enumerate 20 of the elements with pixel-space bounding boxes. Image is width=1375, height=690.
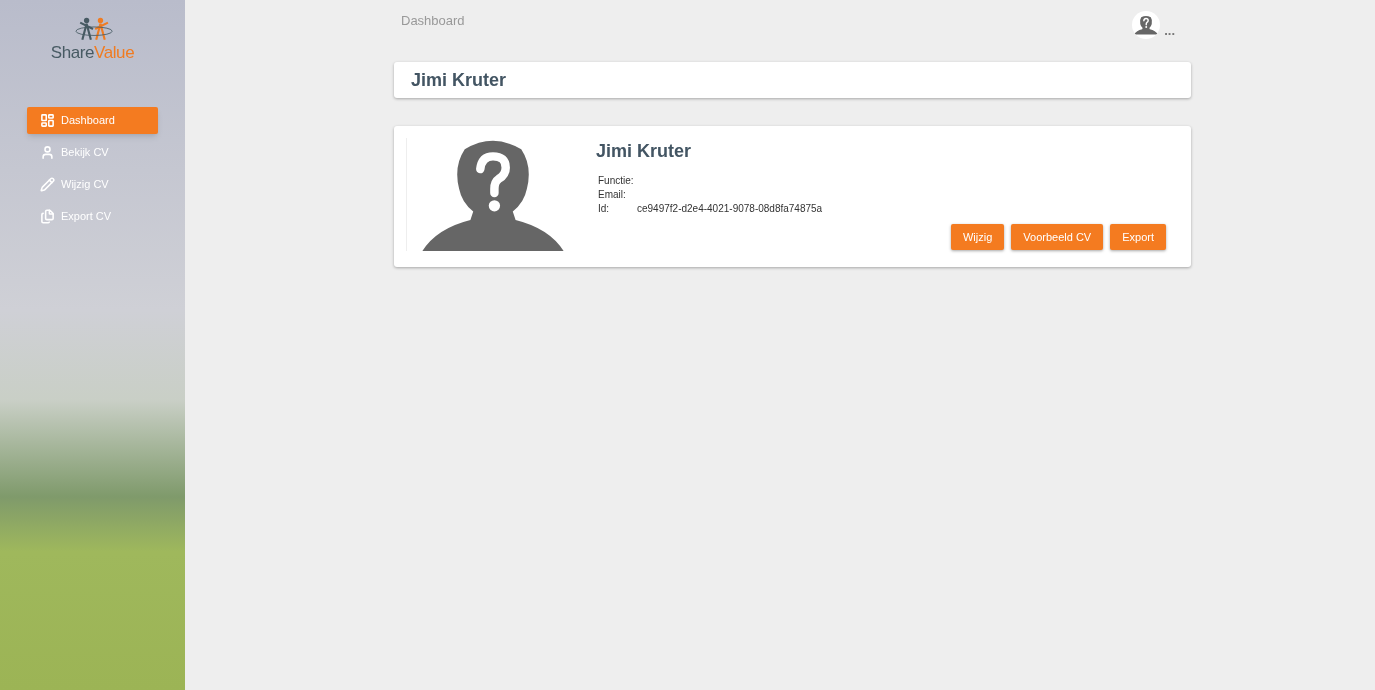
dashboard-icon	[40, 113, 55, 128]
more-menu[interactable]: ...	[1164, 24, 1175, 39]
field-label: Id:	[598, 202, 611, 216]
breadcrumb: Dashboard	[401, 12, 465, 30]
action-button[interactable]: Wijzig	[950, 224, 1005, 250]
pencil-icon	[40, 177, 55, 192]
sidebar-item[interactable]: Bekijk CV	[27, 139, 158, 166]
unknown-person-icon	[1134, 13, 1159, 37]
person-icon	[40, 145, 55, 160]
field-value: ce9497f2-d2e4-4021-9078-08d8fa74875a	[637, 202, 823, 216]
profile-name: Jimi Kruter	[596, 140, 693, 163]
action-button[interactable]: Voorbeeld CV	[1011, 224, 1104, 250]
user-avatar[interactable]	[1132, 11, 1161, 39]
action-button[interactable]: Export	[1110, 224, 1166, 250]
sidebar-item[interactable]: Dashboard	[27, 107, 158, 134]
field-label: Functie:	[598, 174, 635, 188]
document-stack-icon	[40, 209, 55, 224]
logo-wordmark: ShareValue	[50, 44, 135, 61]
field-label: Email:	[598, 188, 627, 202]
page-title: Jimi Kruter	[411, 68, 507, 92]
